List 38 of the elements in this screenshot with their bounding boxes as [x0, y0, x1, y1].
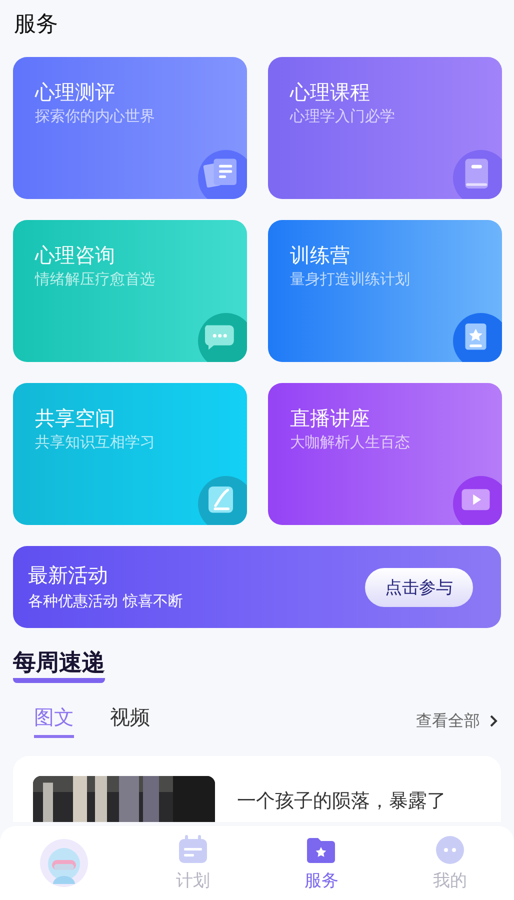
face-icon — [434, 834, 465, 864]
section-title: 每周速递 — [13, 648, 105, 683]
card-title: 心理咨询 — [35, 242, 116, 268]
card-subtitle: 共享知识互相学习 — [35, 432, 156, 453]
content-tab[interactable]: 视频 — [110, 704, 150, 738]
card-title: 心理课程 — [290, 79, 371, 105]
calendar-icon — [178, 834, 208, 864]
card-subtitle: 量身打造训练计划 — [290, 269, 411, 290]
card-subtitle: 大咖解析人生百态 — [290, 432, 411, 453]
avatar-icon — [39, 838, 90, 888]
card-title: 共享空间 — [35, 405, 116, 431]
service-card[interactable]: 共享空间 共享知识互相学习 — [13, 383, 247, 525]
card-subtitle: 心理学入门必学 — [290, 106, 396, 127]
page-title: 服务 — [13, 11, 59, 39]
service-card[interactable]: 训练营 量身打造训练计划 — [268, 220, 502, 362]
article-card[interactable]: 一个孩子的陨落，暴露了 — [13, 756, 501, 822]
content-tab[interactable]: 图文 — [34, 704, 74, 738]
nav-tab[interactable]: 服务 — [257, 826, 386, 900]
card-subtitle: 情绪解压疗愈首选 — [35, 269, 156, 290]
join-button[interactable]: 点击参与 — [365, 568, 473, 606]
service-card[interactable]: 心理课程 心理学入门必学 — [268, 57, 502, 199]
banner-title: 最新活动 — [28, 562, 109, 589]
nav-tab[interactable]: 计划 — [128, 826, 257, 900]
chevron-right-icon — [488, 714, 498, 728]
card-title: 训练营 — [290, 242, 351, 268]
service-card[interactable]: 直播讲座 大咖解析人生百态 — [268, 383, 502, 525]
nav-label: 我的 — [432, 870, 467, 892]
nav-label: 服务 — [304, 870, 338, 892]
service-card[interactable]: 心理咨询 情绪解压疗愈首选 — [13, 220, 247, 362]
article-title: 一个孩子的陨落，暴露了 — [237, 789, 446, 814]
card-title: 心理测评 — [35, 79, 116, 105]
banner-subtitle: 各种优惠活动 惊喜不断 — [28, 591, 184, 612]
nav-tab[interactable]: 我的 — [386, 826, 514, 900]
service-card[interactable]: 心理测评 探索你的内心世界 — [13, 57, 247, 199]
view-all-link[interactable]: 查看全部 — [416, 710, 480, 732]
card-title: 直播讲座 — [290, 405, 371, 431]
nav-label: 计划 — [176, 870, 210, 892]
card-subtitle: 探索你的内心世界 — [35, 106, 156, 127]
